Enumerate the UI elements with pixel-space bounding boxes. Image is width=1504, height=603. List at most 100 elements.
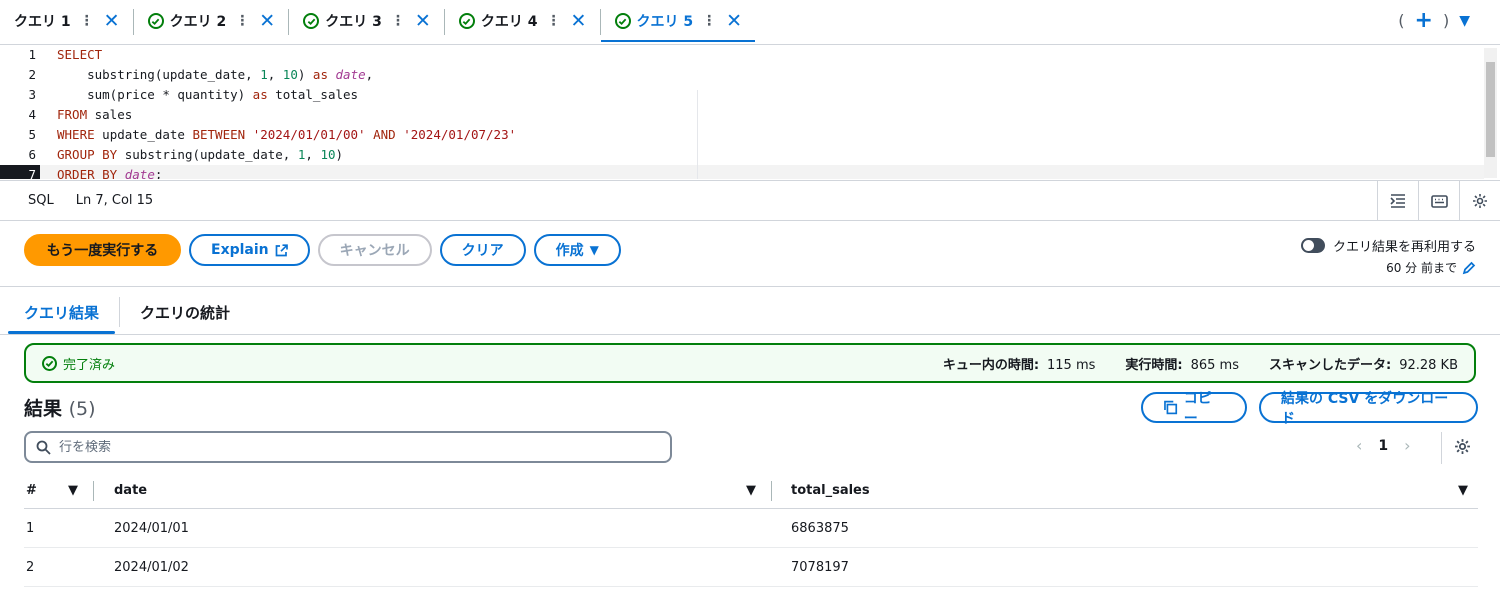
- reuse-label: クエリ結果を再利用する: [1332, 240, 1476, 255]
- code-text: FROM sales: [57, 105, 132, 125]
- code-line[interactable]: 5 WHERE update_date BETWEEN '2024/01/01/0…: [0, 125, 1484, 145]
- code-token: ORDER BY: [57, 167, 118, 179]
- results-title-text: 結果: [24, 398, 63, 420]
- close-icon[interactable]: ✕: [723, 10, 745, 32]
- code-token: '2024/01/07/23': [403, 127, 517, 142]
- table-header: # ▼ date ▼ total_sales ▼: [24, 472, 1478, 509]
- close-icon[interactable]: ✕: [568, 10, 590, 32]
- cancel-button[interactable]: キャンセル: [317, 234, 432, 266]
- close-icon[interactable]: ✕: [101, 10, 123, 32]
- download-csv-button[interactable]: 結果の CSV をダウンロード: [1259, 391, 1478, 427]
- add-tab-icon[interactable]: +: [1415, 8, 1433, 33]
- code-token: '2024/01/01/00': [252, 127, 366, 142]
- column-label: date: [114, 483, 148, 498]
- more-options-icon[interactable]: ⋮: [232, 13, 252, 29]
- vertical-scrollbar[interactable]: [1484, 48, 1497, 178]
- gear-icon[interactable]: [1454, 438, 1471, 455]
- current-page[interactable]: 1: [1378, 438, 1388, 454]
- divider: [0, 286, 1500, 287]
- more-options-icon[interactable]: ⋮: [544, 13, 564, 29]
- chevron-left-icon[interactable]: ‹: [1356, 436, 1362, 455]
- tab-query-4[interactable]: クエリ 4 ⋮ ✕: [445, 0, 600, 42]
- format-indent-icon[interactable]: [1377, 181, 1418, 221]
- check-circle-icon: [303, 13, 320, 29]
- scrollbar-thumb[interactable]: [1486, 62, 1495, 157]
- queue-time-label: キュー内の時間:: [942, 357, 1040, 373]
- code-token: date: [335, 67, 366, 82]
- table-cell: 6863875: [791, 521, 849, 536]
- tab-query-3[interactable]: クエリ 3 ⋮ ✕: [289, 0, 444, 42]
- sql-editor[interactable]: 1 SELECT 2 substring(update_date, 1, 10) a…: [0, 45, 1484, 179]
- tab-query-2[interactable]: クエリ 2 ⋮ ✕: [134, 0, 289, 42]
- code-line[interactable]: 4 FROM sales: [0, 105, 1484, 125]
- column-resizer[interactable]: [93, 481, 94, 501]
- code-token: as: [252, 87, 268, 102]
- column-header-total-sales[interactable]: total_sales: [791, 472, 870, 509]
- code-line[interactable]: 2 substring(update_date, 1, 10) as date,: [0, 65, 1484, 85]
- code-line[interactable]: 7 ORDER BY date;: [0, 165, 1484, 179]
- caret-down-icon[interactable]: ▼: [1459, 13, 1470, 29]
- code-text: sum(price * quantity) as total_sales: [57, 85, 358, 105]
- copy-icon: [1164, 400, 1178, 415]
- check-circle-icon: [614, 13, 631, 29]
- explain-button[interactable]: Explain: [189, 234, 310, 266]
- tab-query-results[interactable]: クエリ結果: [8, 290, 116, 334]
- code-token: sales: [87, 107, 133, 122]
- code-token: total_sales: [267, 87, 359, 102]
- editor-print-margin: [697, 90, 698, 179]
- search-input[interactable]: [59, 439, 639, 455]
- run-again-button[interactable]: もう一度実行する: [24, 234, 181, 266]
- close-icon[interactable]: ✕: [412, 10, 434, 32]
- queue-time-value: 115 ms: [1047, 357, 1096, 373]
- keyboard-icon[interactable]: [1418, 181, 1459, 221]
- caret-down-icon: ▼: [589, 243, 599, 257]
- result-tabs: クエリ結果 クエリの統計: [8, 290, 246, 334]
- line-number: 7: [0, 165, 40, 179]
- tab-query-1[interactable]: クエリ 1 ⋮ ✕: [0, 0, 133, 42]
- table-row[interactable]: 1 2024/01/01 6863875: [24, 509, 1478, 548]
- table-body: 1 2024/01/01 6863875 2 2024/01/02 7078197: [24, 509, 1478, 587]
- tab-query-stats[interactable]: クエリの統計: [124, 290, 246, 334]
- more-options-icon[interactable]: ⋮: [388, 13, 408, 29]
- code-text: GROUP BY substring(update_date, 1, 10): [57, 145, 343, 165]
- table-cell: 1: [26, 521, 35, 536]
- code-token: sum(price * quantity): [57, 87, 253, 102]
- more-options-icon[interactable]: ⋮: [77, 13, 97, 29]
- gear-icon[interactable]: [1459, 181, 1500, 221]
- column-header-date[interactable]: date: [114, 472, 147, 509]
- more-options-icon[interactable]: ⋮: [699, 13, 719, 29]
- reuse-subtext: 60 分 前まで: [1386, 261, 1457, 275]
- execution-time: 実行時間: 865 ms: [1125, 354, 1239, 373]
- code-token: ,: [365, 67, 374, 82]
- pagination: ‹ 1 ›: [1356, 436, 1411, 455]
- sort-caret-icon[interactable]: ▼: [1458, 472, 1468, 509]
- code-line[interactable]: 6 GROUP BY substring(update_date, 1, 10): [0, 145, 1484, 165]
- pencil-icon[interactable]: [1462, 261, 1476, 275]
- clear-button[interactable]: クリア: [439, 234, 526, 266]
- create-button[interactable]: 作成 ▼: [533, 234, 621, 266]
- tab-label: クエリ 3: [325, 14, 382, 30]
- table-row[interactable]: 2 2024/01/02 7078197: [24, 548, 1478, 587]
- code-token: ): [297, 67, 313, 82]
- sort-caret-icon[interactable]: ▼: [68, 472, 78, 509]
- code-token: ,: [305, 147, 321, 162]
- table-cell: 2: [26, 560, 35, 575]
- line-number: 4: [28, 107, 36, 122]
- column-resizer[interactable]: [771, 481, 772, 501]
- code-line[interactable]: 1 SELECT: [0, 45, 1484, 65]
- data-scanned-value: 92.28 KB: [1399, 357, 1458, 373]
- execution-time-value: 865 ms: [1190, 357, 1239, 373]
- copy-button[interactable]: コピー: [1141, 391, 1247, 427]
- close-icon[interactable]: ✕: [256, 10, 278, 32]
- column-header-index[interactable]: #: [26, 472, 37, 509]
- results-title: 結果 (5): [24, 394, 96, 421]
- results-count: (5): [68, 398, 96, 420]
- chevron-right-icon[interactable]: ›: [1404, 436, 1410, 455]
- code-line[interactable]: 3 sum(price * quantity) as total_sales: [0, 85, 1484, 105]
- code-token: substring(update_date,: [117, 147, 298, 162]
- tab-query-5[interactable]: クエリ 5 ⋮ ✕: [600, 0, 756, 42]
- sort-caret-icon[interactable]: ▼: [746, 472, 756, 509]
- reuse-toggle[interactable]: [1300, 238, 1325, 253]
- explain-label: Explain: [211, 242, 269, 258]
